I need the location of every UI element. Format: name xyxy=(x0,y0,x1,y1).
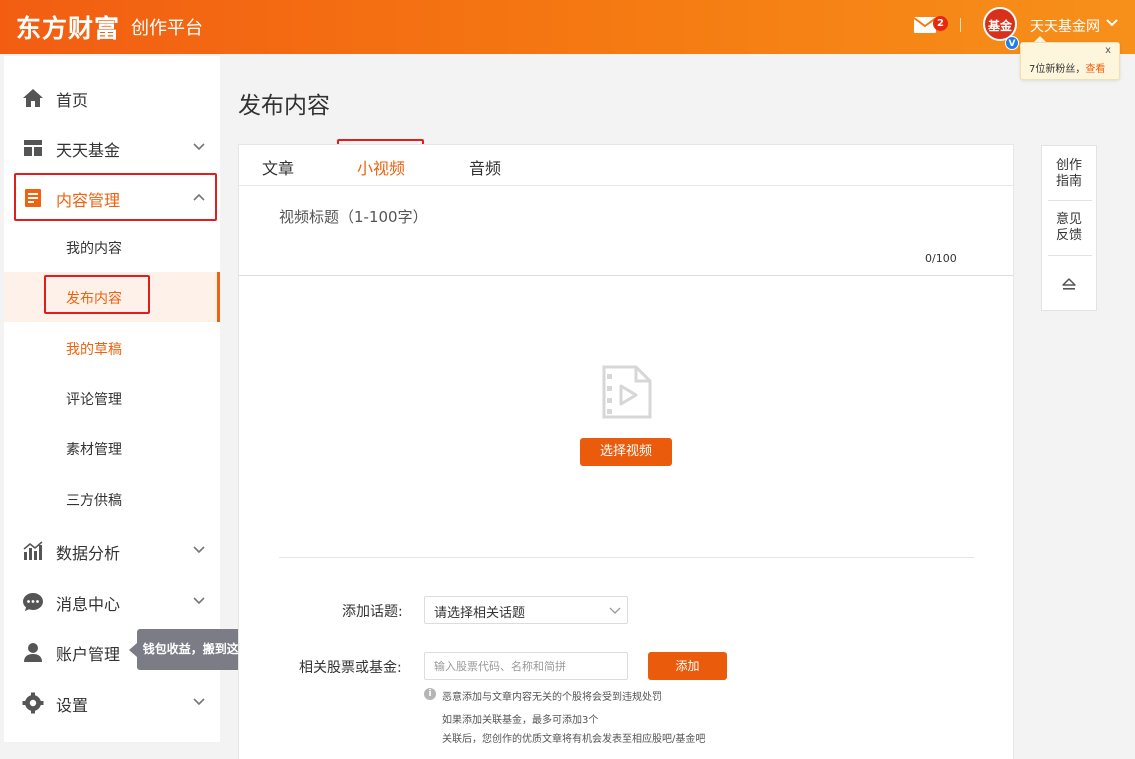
right-float-bar: 创作 指南 意见 反馈 xyxy=(1041,145,1097,311)
tooltip-arrow xyxy=(129,643,137,657)
chat-icon xyxy=(23,593,43,611)
chevron-down-icon xyxy=(193,698,205,706)
topic-select[interactable]: 请选择相关话题 xyxy=(424,596,628,624)
note-fund-limit: 如果添加关联基金，最多可添加3个 xyxy=(442,715,599,726)
tab-short-video[interactable]: 小视频 xyxy=(357,155,405,179)
section-divider xyxy=(279,557,974,558)
sidebar-sub-drafts[interactable]: 我的草稿 xyxy=(4,323,220,373)
video-title-input[interactable]: 视频标题（1-100字） xyxy=(279,206,428,227)
chart-icon xyxy=(23,541,43,560)
sidebar-item-tiantian[interactable]: 天天基金 xyxy=(4,127,220,167)
layout-icon xyxy=(24,140,42,156)
new-fans-popup: x 7位新粉丝，查看 xyxy=(1020,42,1120,80)
page-title: 发布内容 xyxy=(238,93,330,119)
sidebar-sub-third-party[interactable]: 三方供稿 xyxy=(4,474,220,524)
note-publish-bar: 关联后，您创作的优质文章将有机会发表至相应股吧/基金吧 xyxy=(442,734,706,745)
select-video-button[interactable]: 选择视频 xyxy=(580,438,672,466)
sidebar-item-home[interactable]: 首页 xyxy=(4,77,220,117)
float-divider xyxy=(1048,200,1092,201)
topic-label: 添加话题: xyxy=(342,604,403,620)
video-file-icon xyxy=(602,365,652,419)
chevron-down-icon[interactable] xyxy=(1106,16,1118,30)
new-fans-text: 7位新粉丝，查看 xyxy=(1029,60,1105,75)
sidebar-sub-comments[interactable]: 评论管理 xyxy=(4,373,220,423)
feedback-line1: 意见 xyxy=(1055,212,1082,227)
info-icon: i xyxy=(424,688,436,700)
sidebar-item-messages[interactable]: 消息中心 xyxy=(4,581,220,621)
float-divider xyxy=(1048,255,1092,256)
stock-search-input[interactable] xyxy=(424,652,628,680)
sidebar-sub-my-content[interactable]: 我的内容 xyxy=(4,222,220,272)
tab-article[interactable]: 文章 xyxy=(262,155,294,179)
mail-count-badge: 2 xyxy=(933,16,948,31)
note-warning: 恶意添加与文章内容无关的个股将会受到违规处罚 xyxy=(442,692,662,703)
sidebar-sub-label: 评论管理 xyxy=(66,392,122,408)
feedback-line2: 反馈 xyxy=(1055,228,1082,243)
title-underline xyxy=(239,275,1013,276)
sidebar-item-label: 消息中心 xyxy=(56,595,121,614)
sidebar-item-label: 账户管理 xyxy=(56,645,121,664)
add-stock-button[interactable]: 添加 xyxy=(648,652,727,680)
chevron-down-icon xyxy=(193,143,205,151)
back-to-top-icon[interactable] xyxy=(1061,277,1077,291)
sidebar-item-label: 首页 xyxy=(56,91,89,110)
sidebar-item-label: 设置 xyxy=(56,696,89,715)
tabs-divider xyxy=(239,185,1013,186)
sidebar-item-label: 天天基金 xyxy=(56,141,121,160)
chevron-down-icon xyxy=(193,597,205,605)
user-icon xyxy=(24,643,42,662)
sidebar-sub-materials[interactable]: 素材管理 xyxy=(4,423,220,473)
sidebar-sub-label: 三方供稿 xyxy=(66,493,122,509)
creation-guide-line1: 创作 xyxy=(1055,158,1082,173)
title-char-counter: 0/100 xyxy=(925,252,957,265)
sidebar-sub-label: 我的内容 xyxy=(66,241,122,257)
logo[interactable]: 东方财富 xyxy=(16,9,120,45)
highlight-box-publish xyxy=(44,275,150,314)
view-fans-link[interactable]: 查看 xyxy=(1085,64,1105,75)
feedback-link[interactable]: 意见 反馈 xyxy=(1042,212,1096,244)
highlight-box-content-management xyxy=(14,173,217,221)
sidebar-item-settings[interactable]: 设置 xyxy=(4,682,220,722)
sidebar-sub-label: 素材管理 xyxy=(66,442,122,458)
sidebar-item-label: 数据分析 xyxy=(56,544,121,563)
stock-fund-label: 相关股票或基金: xyxy=(299,660,402,676)
sidebar-sub-label: 我的草稿 xyxy=(66,342,122,358)
chevron-down-icon xyxy=(609,607,621,614)
sidebar-item-analytics[interactable]: 数据分析 xyxy=(4,530,220,570)
top-bar: 东方财富 创作平台 2 基金 V 天天基金网 xyxy=(0,0,1135,54)
tab-audio[interactable]: 音频 xyxy=(469,155,501,179)
chevron-down-icon xyxy=(193,546,205,554)
close-icon[interactable]: x xyxy=(1105,45,1111,56)
header-separator xyxy=(960,18,961,32)
topic-select-value: 请选择相关话题 xyxy=(434,606,526,621)
verified-badge: V xyxy=(1005,36,1019,50)
gear-icon xyxy=(22,692,44,714)
platform-name: 创作平台 xyxy=(131,18,203,39)
creation-guide-link[interactable]: 创作 指南 xyxy=(1042,158,1096,190)
home-icon xyxy=(23,89,43,107)
creation-guide-line2: 指南 xyxy=(1055,174,1082,189)
new-fans-count: 7位新粉丝， xyxy=(1029,64,1086,75)
username[interactable]: 天天基金网 xyxy=(1030,16,1100,36)
